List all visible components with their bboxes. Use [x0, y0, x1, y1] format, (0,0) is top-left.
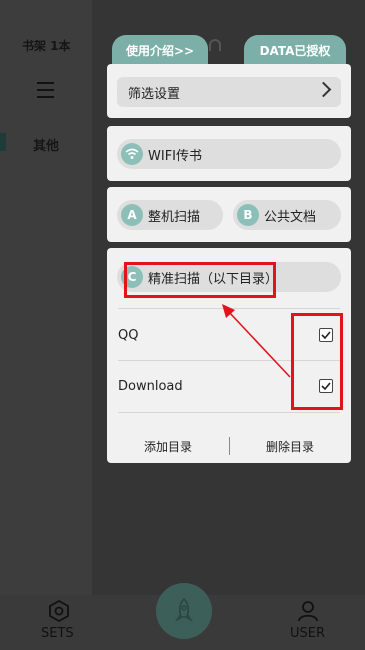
divider — [118, 412, 340, 413]
user-label[interactable]: USER — [290, 626, 325, 641]
directory-name: QQ — [118, 327, 139, 343]
hamburger-icon[interactable] — [37, 82, 54, 98]
divider — [118, 308, 340, 309]
chevron-right-icon — [315, 81, 332, 98]
filter-settings-label: 筛选设置 — [128, 86, 181, 102]
filter-card: 筛选设置 — [107, 64, 351, 118]
badge-a: A — [121, 204, 143, 226]
sidebar-active-marker — [0, 133, 6, 151]
rocket-fab-button[interactable] — [156, 583, 212, 639]
sets-label[interactable]: SETS — [41, 626, 74, 641]
full-scan-label: 整机扫描 — [148, 209, 201, 225]
full-scan-button[interactable]: A 整机扫描 — [117, 200, 223, 230]
scan-options-card: A 整机扫描 B 公共文档 — [107, 187, 351, 242]
remove-directory-button[interactable]: 删除目录 — [229, 429, 351, 463]
rocket-icon — [175, 598, 193, 622]
wifi-card: WIFI传书 — [107, 126, 351, 181]
headset-icon — [209, 39, 221, 51]
add-directory-button[interactable]: 添加目录 — [107, 429, 229, 463]
wifi-transfer-button[interactable]: WIFI传书 — [117, 139, 341, 169]
filter-settings-button[interactable]: 筛选设置 — [117, 77, 341, 107]
annotation-box-precise-scan — [124, 262, 276, 298]
hexagon-gear-icon[interactable] — [48, 599, 70, 626]
wifi-transfer-label: WIFI传书 — [148, 148, 202, 164]
shelf-title: 书架 1本 — [22, 39, 71, 53]
public-docs-label: 公共文档 — [264, 209, 317, 225]
annotation-box-checkboxes — [291, 313, 343, 410]
directory-name: Download — [118, 378, 183, 394]
sidebar-item-other[interactable]: 其他 — [33, 135, 59, 154]
wifi-icon — [121, 143, 143, 165]
public-docs-button[interactable]: B 公共文档 — [233, 200, 341, 230]
user-icon[interactable] — [297, 600, 319, 626]
badge-b: B — [237, 204, 259, 226]
